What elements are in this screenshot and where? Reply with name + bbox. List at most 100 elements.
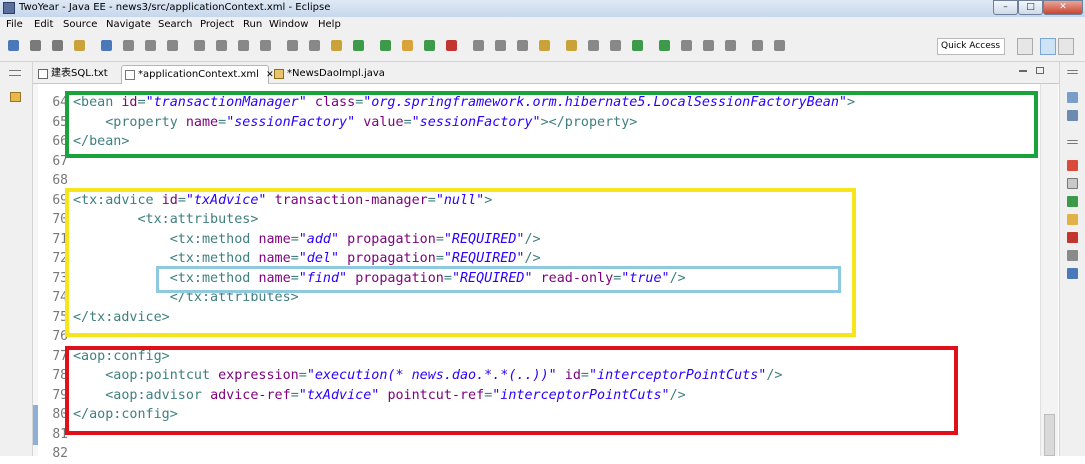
- code-line[interactable]: <aop:config>: [73, 347, 170, 367]
- properties-icon[interactable]: [1067, 178, 1078, 189]
- toolbar-icon-9[interactable]: [194, 40, 205, 51]
- menu-window[interactable]: Window: [269, 19, 308, 30]
- toolbar-icon-16[interactable]: [353, 40, 364, 51]
- toolbar-icon-8[interactable]: [167, 40, 178, 51]
- toolbar-icon-18[interactable]: [402, 40, 413, 51]
- code-line[interactable]: <tx:method name="del" propagation="REQUI…: [73, 249, 541, 269]
- toolbar-icon-2[interactable]: [30, 40, 41, 51]
- toolbar-icon-11[interactable]: [238, 40, 249, 51]
- code-token: "interceptorPointCuts": [588, 368, 767, 383]
- maximize-editor-icon[interactable]: [1036, 67, 1044, 74]
- menu-bar: File Edit Source Navigate Search Project…: [0, 17, 1085, 33]
- code-token: =: [290, 251, 299, 266]
- console-icon[interactable]: [1067, 268, 1078, 279]
- scrollbar-thumb[interactable]: [1044, 414, 1055, 456]
- toolbar-icon-29[interactable]: [659, 40, 670, 51]
- vertical-scrollbar[interactable]: [1040, 84, 1058, 456]
- code-token: />: [524, 251, 541, 266]
- servers-icon[interactable]: [1067, 196, 1078, 207]
- toolbar-icon-6[interactable]: [123, 40, 134, 51]
- code-token: "add": [298, 231, 340, 247]
- data-source-icon[interactable]: [1067, 214, 1078, 225]
- toolbar-icon-23[interactable]: [517, 40, 528, 51]
- toolbar-icon-32[interactable]: [725, 40, 736, 51]
- tab-applicationcontext[interactable]: *applicationContext.xml ✕: [121, 65, 274, 84]
- toolbar-icon-25[interactable]: [566, 40, 577, 51]
- toolbar-icon-33[interactable]: [752, 40, 763, 51]
- toolbar-icon-15[interactable]: [331, 40, 342, 51]
- toolbar-icon-31[interactable]: [703, 40, 714, 51]
- menu-help[interactable]: Help: [318, 19, 341, 30]
- code-line[interactable]: <aop:pointcut expression="execution(* ne…: [73, 366, 782, 386]
- toolbar-icon-34[interactable]: [774, 40, 785, 51]
- menu-source[interactable]: Source: [63, 19, 97, 30]
- toolbar-icon-22[interactable]: [495, 40, 506, 51]
- code-line[interactable]: </tx:attributes>: [73, 288, 299, 308]
- toolbar-icon-4[interactable]: [74, 40, 85, 51]
- code-line[interactable]: </aop:config>: [73, 405, 178, 425]
- toolbar-icon-30[interactable]: [681, 40, 692, 51]
- code-line[interactable]: <tx:advice id="txAdvice" transaction-man…: [73, 191, 492, 211]
- restore-icon[interactable]: [9, 70, 21, 76]
- toolbar-icon-10[interactable]: [216, 40, 227, 51]
- toolbar-icon-28[interactable]: [632, 40, 643, 51]
- close-button[interactable]: ✕: [1043, 0, 1083, 15]
- maximize-button[interactable]: □: [1018, 0, 1043, 15]
- markers-icon[interactable]: [1067, 160, 1078, 171]
- toolbar-icon-13[interactable]: [287, 40, 298, 51]
- toolbar-icon-19[interactable]: [424, 40, 435, 51]
- restore-bottom-icon[interactable]: [1067, 140, 1078, 144]
- code-token: "sessionFactory": [411, 114, 541, 130]
- code-line[interactable]: <aop:advisor advice-ref="txAdvice" point…: [73, 386, 686, 406]
- toolbar-icon-21[interactable]: [473, 40, 484, 51]
- toolbar-icon-14[interactable]: [309, 40, 320, 51]
- xml-editor[interactable]: 64 65 66 67 68 69 70 71 72 73 74 75 76 77 78 79 80 81 82 <…: [33, 84, 1059, 461]
- code-token: name: [258, 231, 291, 247]
- project-explorer-icon[interactable]: [10, 92, 21, 102]
- snippets-icon[interactable]: [1067, 232, 1078, 243]
- toolbar-icon-12[interactable]: [260, 40, 271, 51]
- code-token: propagation: [347, 251, 436, 266]
- outline-icon[interactable]: [1067, 92, 1078, 103]
- restore-right-icon[interactable]: [1067, 70, 1078, 74]
- toolbar-icon-24[interactable]: [539, 40, 550, 51]
- toolbar-icon-1[interactable]: [8, 40, 19, 51]
- code-line[interactable]: <tx:method name="add" propagation="REQUI…: [73, 230, 541, 250]
- line-number: 76: [52, 329, 68, 344]
- menu-file[interactable]: File: [6, 19, 23, 30]
- menu-run[interactable]: Run: [243, 19, 262, 30]
- task-list-icon[interactable]: [1067, 110, 1078, 121]
- code-token: =: [403, 114, 412, 130]
- tab-newsdaoimpl[interactable]: *NewsDaoImpl.java: [271, 65, 391, 84]
- java-perspective-icon[interactable]: [1058, 38, 1074, 55]
- menu-edit[interactable]: Edit: [34, 19, 53, 30]
- code-token: <aop:pointcut: [73, 368, 219, 383]
- line-number: 82: [52, 446, 68, 461]
- code-line[interactable]: <bean id="transactionManager" class="org…: [73, 93, 855, 113]
- menu-navigate[interactable]: Navigate: [106, 19, 151, 30]
- toolbar-icon-27[interactable]: [610, 40, 621, 51]
- toolbar-icon-5[interactable]: [101, 40, 112, 51]
- code-line[interactable]: </bean>: [73, 132, 129, 152]
- toolbar-icon-7[interactable]: [145, 40, 156, 51]
- code-line[interactable]: <property name="sessionFactory" value="s…: [73, 113, 637, 133]
- java-ee-perspective-icon[interactable]: [1040, 38, 1056, 55]
- toolbar-icon-17[interactable]: [380, 40, 391, 51]
- problems-icon[interactable]: [1067, 250, 1078, 261]
- menu-project[interactable]: Project: [200, 19, 234, 30]
- line-number: 80: [52, 407, 68, 422]
- minimize-button[interactable]: –: [993, 0, 1018, 15]
- minimize-editor-icon[interactable]: [1019, 70, 1027, 72]
- toolbar-icon-20[interactable]: [446, 40, 457, 51]
- quick-access-field[interactable]: Quick Access: [937, 38, 1005, 55]
- open-perspective-icon[interactable]: [1017, 38, 1033, 55]
- tab-sql-file[interactable]: 建表SQL.txt: [35, 65, 117, 84]
- menu-search[interactable]: Search: [158, 19, 192, 30]
- toolbar-icon-26[interactable]: [588, 40, 599, 51]
- line-number-gutter: 64 65 66 67 68 69 70 71 72 73 74 75 76 77 78 79 80 81 82: [38, 84, 70, 461]
- code-line[interactable]: <tx:method name="find" propagation="REQU…: [73, 269, 686, 289]
- title-bar: TwoYear - Java EE - news3/src/applicatio…: [0, 0, 1085, 17]
- code-line[interactable]: <tx:attributes>: [73, 210, 258, 230]
- code-line[interactable]: </tx:advice>: [73, 308, 170, 328]
- toolbar-icon-3[interactable]: [52, 40, 63, 51]
